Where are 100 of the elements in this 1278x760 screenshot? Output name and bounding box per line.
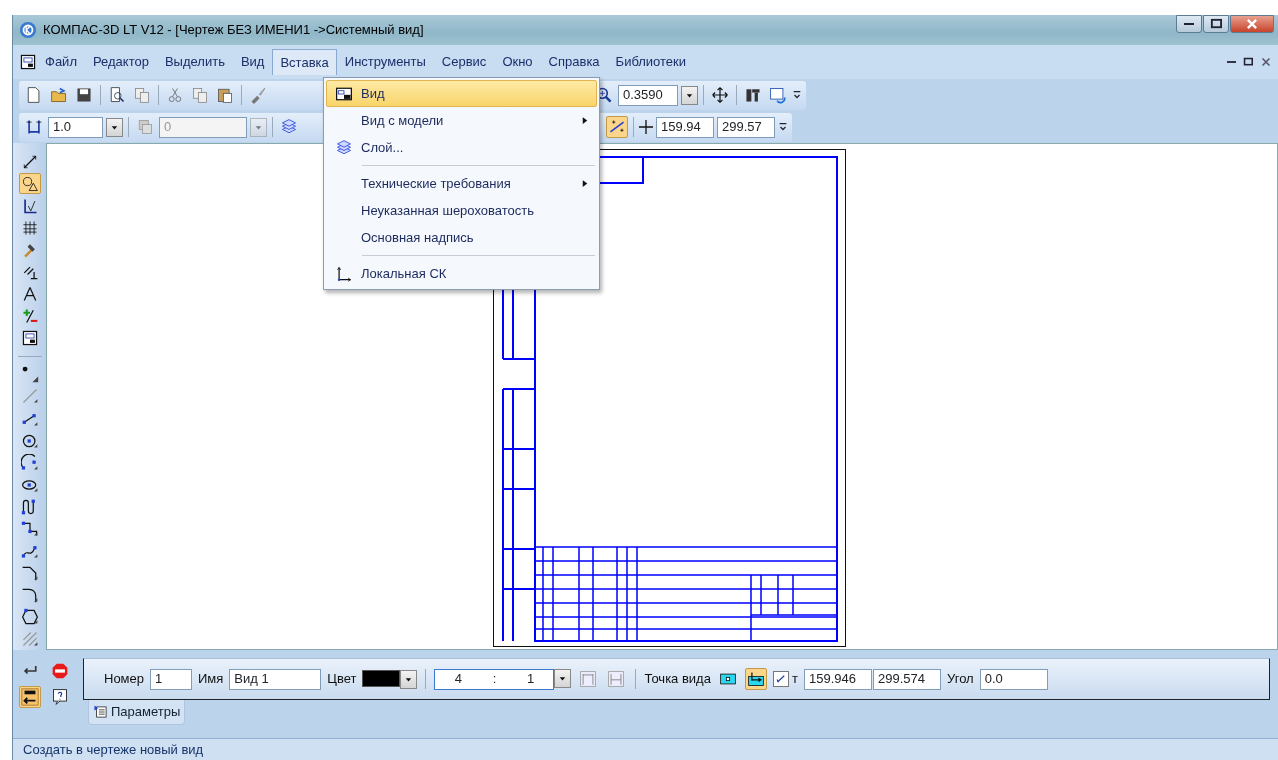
snap-button[interactable] [606, 116, 628, 138]
caret-icon [110, 123, 119, 131]
step-field[interactable]: 1.0 [48, 116, 103, 138]
menu-item[interactable]: Справка [540, 48, 608, 76]
window-title: КОМПАС-3D LT V12 - [Чертеж БЕЗ ИМЕНИ1 ->Системный вид] [43, 21, 424, 40]
menu-item[interactable]: Неуказанная шероховатость [326, 197, 597, 224]
menu-item[interactable]: Инструменты [336, 48, 434, 76]
save-icon [75, 86, 93, 104]
menu-item[interactable]: Вид [232, 48, 273, 76]
copy-document-icon [133, 86, 151, 104]
angle-field[interactable]: 0.0 [979, 668, 1048, 690]
geometry-button[interactable] [18, 173, 41, 195]
print-preview-icon [108, 86, 126, 104]
scale-value: 1 [526, 670, 535, 689]
menu-item[interactable]: Сервис [433, 48, 495, 76]
caret-icon [558, 674, 568, 682]
view-point-icon [746, 670, 765, 688]
minimize-button[interactable] [1176, 15, 1202, 33]
dropdown-button[interactable] [106, 117, 123, 137]
dropdown-button[interactable] [554, 668, 572, 688]
menu-item[interactable]: Окно [494, 48, 541, 76]
layers-icon [334, 138, 354, 157]
layer-icon [136, 118, 154, 136]
open-folder-icon [50, 86, 68, 104]
restore-icon [1242, 57, 1254, 67]
point-icon [20, 365, 39, 384]
step-icon [25, 118, 43, 136]
polygon-icon [20, 608, 39, 627]
menu-item[interactable]: Вид с модели [326, 107, 597, 134]
view-point-button[interactable] [744, 668, 767, 690]
close-icon [1260, 57, 1272, 67]
overflow-icon [778, 122, 788, 132]
maximize-button[interactable] [1203, 15, 1229, 33]
axes-icon [334, 264, 354, 283]
menu-item[interactable]: Вид [326, 80, 597, 107]
y-field[interactable]: 299.574 [873, 668, 942, 690]
x-field[interactable]: 159.94 [656, 116, 714, 138]
menu-item[interactable]: Технические требования [326, 170, 597, 197]
checkbox[interactable] [772, 671, 789, 687]
name-field[interactable]: Вид 1 [229, 668, 322, 690]
caret-icon [254, 123, 263, 131]
paste-icon [216, 86, 234, 104]
pan-icon [711, 86, 729, 104]
auxiliary-line-icon [20, 387, 39, 406]
maximize-icon [1209, 18, 1223, 30]
field-label: Номер [104, 670, 144, 689]
fillet-icon [20, 586, 39, 605]
scale-field[interactable]: 4 : 1 [434, 668, 555, 690]
grid-icon [20, 218, 39, 237]
help-icon [51, 688, 69, 706]
hatch-icon [20, 630, 39, 649]
stop-icon [51, 662, 69, 680]
number-field[interactable]: 1 [150, 668, 192, 690]
x-field[interactable]: 159.946 [804, 668, 873, 690]
new-document-icon [25, 86, 43, 104]
refresh-icon [769, 86, 787, 104]
menu-item[interactable]: Выделить [156, 48, 233, 76]
menu-item[interactable]: Слой... [326, 134, 597, 161]
menu-item[interactable]: Локальная СК [326, 260, 597, 287]
menu-item[interactable]: Библиотеки [607, 48, 695, 76]
minimize-icon [1184, 23, 1194, 25]
dropdown-button[interactable] [681, 85, 698, 105]
menu-item[interactable]: Файл [37, 48, 85, 76]
close-icon [1245, 18, 1259, 30]
check-icon [774, 673, 787, 685]
auto-button[interactable] [19, 686, 41, 708]
field-label: Угол [947, 670, 974, 689]
tab-label: Параметры [111, 703, 181, 721]
parameters-icon [93, 703, 109, 720]
coordinates-icon [639, 120, 653, 134]
toolbar-icon [744, 86, 762, 104]
menu-item[interactable]: Редактор [84, 48, 157, 76]
caret-icon [685, 91, 694, 99]
menu-item[interactable]: Основная надпись [326, 224, 597, 251]
view-icon [20, 329, 39, 348]
layers-icon [280, 118, 298, 136]
parameters-tab[interactable]: Параметры [88, 700, 186, 725]
geometry-icon [20, 174, 39, 193]
close-button[interactable] [1230, 15, 1274, 33]
minimize-icon [1227, 61, 1236, 63]
overflow-icon [792, 90, 802, 100]
brush-icon [249, 86, 267, 104]
dropdown-button[interactable] [400, 669, 418, 689]
view-point-icon [718, 670, 737, 688]
scale-value: 4 [454, 670, 463, 689]
chamfer-icon [20, 564, 39, 583]
copy-icon [191, 86, 209, 104]
arc-icon [20, 453, 39, 472]
polyline-icon [20, 520, 39, 538]
color-swatch[interactable] [362, 669, 401, 687]
cut-icon [166, 86, 184, 104]
field-label: Имя [198, 670, 224, 689]
pan-button[interactable] [709, 84, 731, 106]
scale-icon [607, 670, 626, 688]
caret-icon [404, 675, 414, 683]
scale-icon [579, 670, 598, 688]
y-field[interactable]: 299.57 [717, 116, 775, 138]
menu-item[interactable]: Вставка [272, 48, 337, 76]
checkbox-label: т [792, 670, 799, 689]
zoom-field[interactable]: 0.3590 [618, 84, 678, 106]
